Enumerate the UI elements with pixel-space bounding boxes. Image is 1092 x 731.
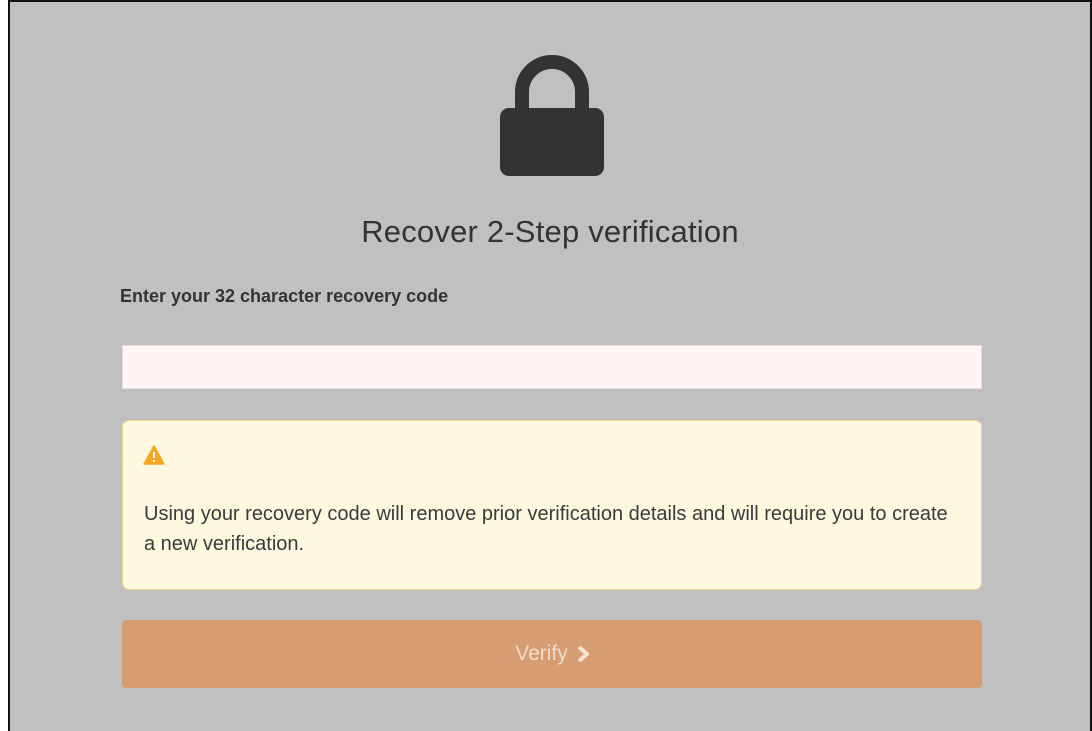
recovery-code-label: Enter your 32 character recovery code bbox=[120, 286, 449, 306]
warning-triangle-icon bbox=[143, 445, 165, 465]
verify-button[interactable]: Verify bbox=[122, 620, 982, 688]
verify-button-label: Verify bbox=[515, 642, 568, 665]
page-title: Recover 2-Step verification bbox=[361, 214, 739, 249]
chevron-right-icon bbox=[577, 646, 589, 662]
warning-message: Using your recovery code will remove pri… bbox=[144, 503, 948, 555]
warning-alert: Using your recovery code will remove pri… bbox=[122, 420, 982, 590]
recovery-panel: Recover 2-Step verification Enter your 3… bbox=[8, 0, 1092, 731]
lock-icon bbox=[500, 55, 604, 176]
recovery-code-input[interactable] bbox=[122, 345, 982, 389]
